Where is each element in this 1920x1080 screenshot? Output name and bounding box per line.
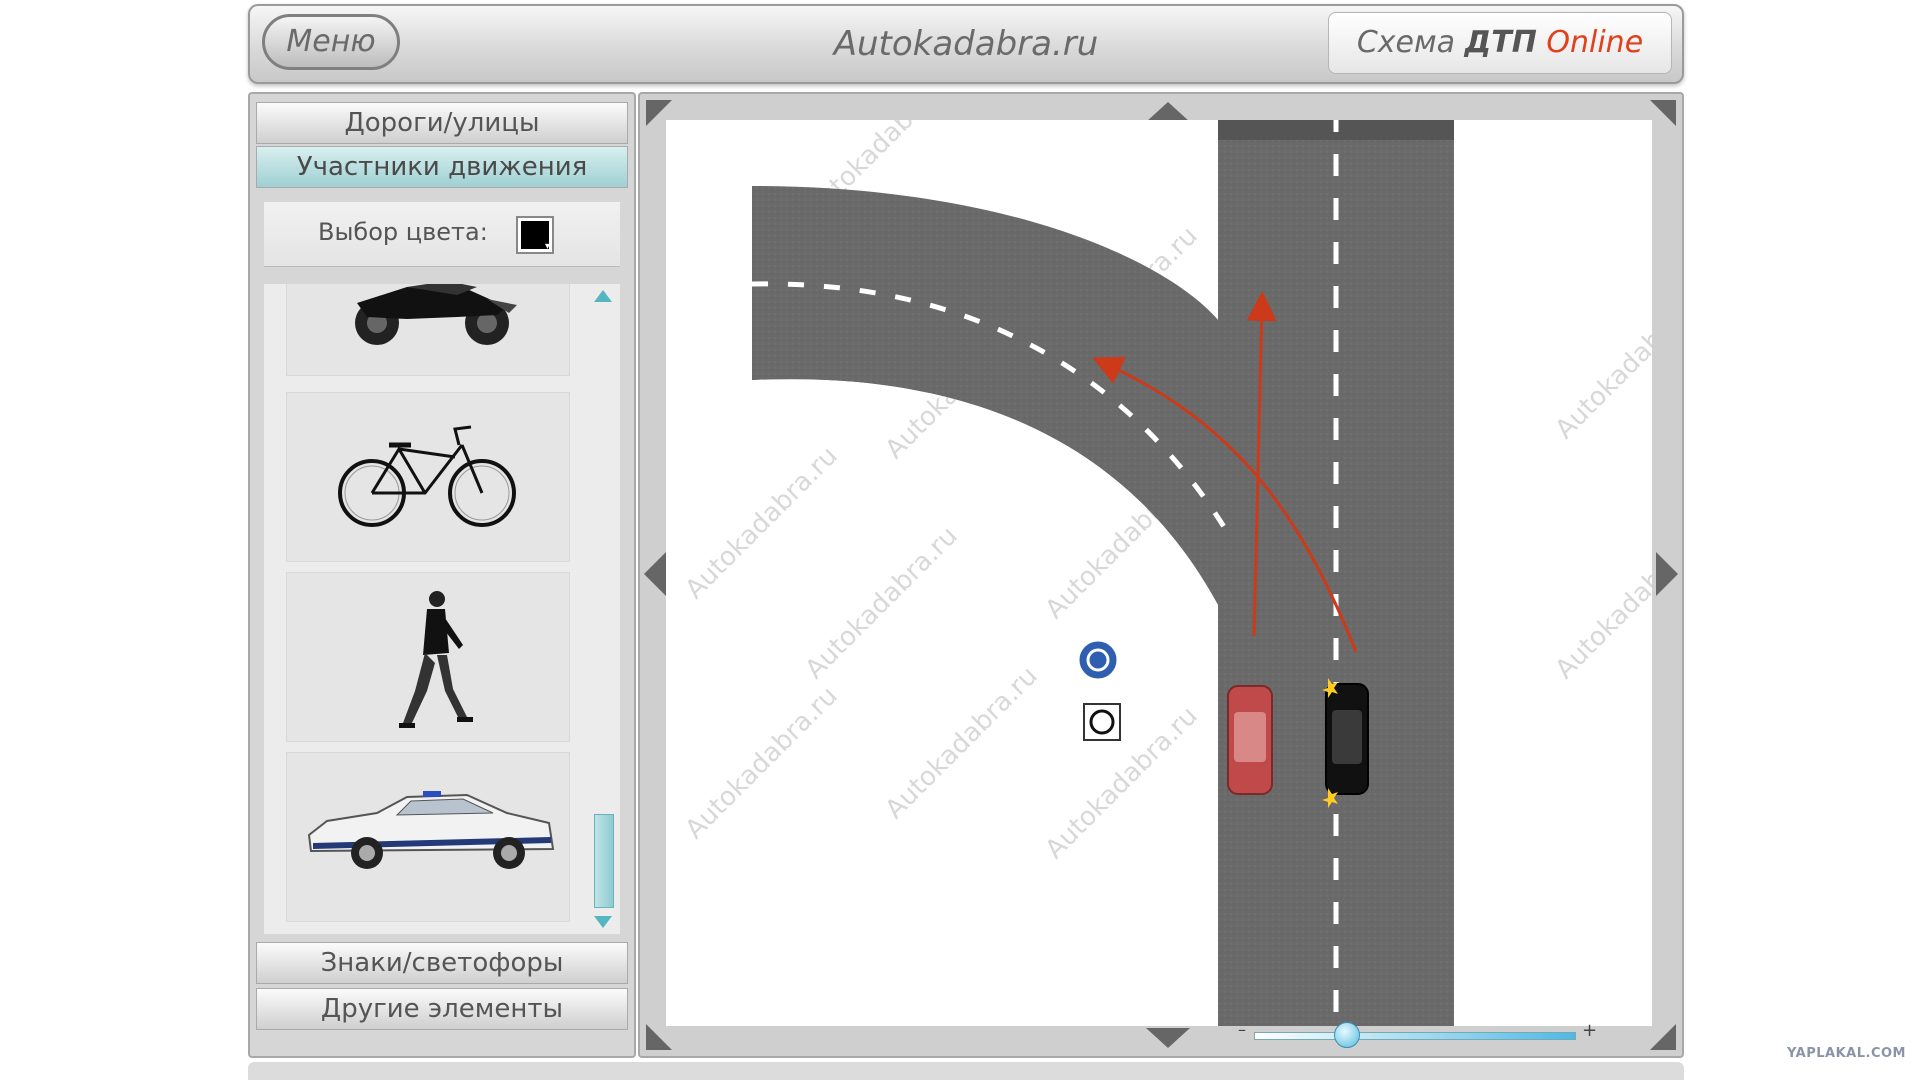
palette-item-motorcycle[interactable]	[286, 284, 570, 376]
scheme-canvas[interactable]: Autokadabra.ru Autokadabra.ru Autokadabr…	[666, 120, 1652, 1026]
section-roads[interactable]: Дороги/улицы	[256, 102, 628, 144]
police-car-icon	[307, 791, 555, 869]
participants-list	[264, 284, 620, 934]
svg-text:Autokadabra.ru: Autokadabra.ru	[1040, 701, 1204, 865]
zoom-thumb[interactable]	[1334, 1022, 1360, 1048]
zoom-track[interactable]	[1254, 1032, 1576, 1040]
section-signs[interactable]: Знаки/светофоры	[256, 942, 628, 984]
color-swatch[interactable]: ▾	[516, 216, 554, 254]
zoom-minus[interactable]: –	[1238, 1020, 1246, 1039]
pan-up-icon[interactable]	[1146, 102, 1190, 122]
brand-box: Схема ДТП Online	[1328, 12, 1672, 74]
roundabout-sign-icon[interactable]	[1076, 638, 1120, 682]
brand-online: Online	[1536, 25, 1644, 60]
bottom-bar	[248, 1062, 1684, 1080]
section-other[interactable]: Другие элементы	[256, 988, 628, 1030]
pan-down-icon[interactable]	[1146, 1028, 1190, 1048]
pan-bottom-left-icon[interactable]	[646, 1024, 672, 1050]
pan-bottom-right-icon[interactable]	[1650, 1024, 1676, 1050]
tools-panel: Дороги/улицы Участники движения Выбор цв…	[248, 92, 636, 1058]
svg-text:Autokadabra.ru: Autokadabra.ru	[800, 521, 964, 685]
zoom-plus[interactable]: +	[1582, 1020, 1597, 1041]
zoom-slider[interactable]: – +	[1238, 1020, 1604, 1048]
dropdown-arrow-icon: ▾	[544, 241, 550, 252]
palette-item-pedestrian[interactable]	[286, 572, 570, 742]
scrollbar-thumb[interactable]	[594, 814, 614, 908]
palette-item-bicycle[interactable]	[286, 392, 570, 562]
palette-item-police-car[interactable]	[286, 752, 570, 922]
corner-watermark: YAPLAKAL.COM	[1787, 1046, 1906, 1061]
svg-text:Autokadabra.ru: Autokadabra.ru	[1550, 281, 1652, 445]
section-participants[interactable]: Участники движения	[256, 146, 628, 188]
motorcycle-icon	[355, 284, 517, 345]
scheme-canvas-frame: Autokadabra.ru Autokadabra.ru Autokadabr…	[638, 92, 1684, 1058]
pedestrian-icon	[399, 591, 473, 728]
scroll-down-arrow-icon[interactable]	[594, 916, 612, 928]
red-car[interactable]	[1227, 685, 1273, 795]
bicycle-icon	[338, 425, 516, 527]
svg-text:Autokadabra.ru: Autokadabra.ru	[680, 441, 844, 605]
scroll-up-arrow-icon[interactable]	[594, 290, 612, 302]
black-car[interactable]	[1322, 678, 1369, 808]
target-marker-icon[interactable]	[1083, 703, 1121, 741]
brand-bold: ДТП	[1464, 25, 1537, 60]
pan-left-icon[interactable]	[644, 552, 666, 596]
pan-top-right-icon[interactable]	[1650, 100, 1676, 126]
svg-text:Autokadabra.ru: Autokadabra.ru	[1550, 521, 1652, 685]
top-bar: Меню Autokadabra.ru Схема ДТП Online	[248, 4, 1684, 84]
color-label: Выбор цвета:	[318, 218, 488, 246]
road-scheme: Autokadabra.ru Autokadabra.ru Autokadabr…	[680, 120, 1652, 1026]
color-picker-row: Выбор цвета: ▾	[264, 202, 620, 267]
pan-right-icon[interactable]	[1656, 552, 1678, 596]
svg-text:Autokadabra.ru: Autokadabra.ru	[680, 681, 844, 845]
svg-text:Autokadabra.ru: Autokadabra.ru	[880, 661, 1044, 825]
brand-prefix: Схема	[1356, 25, 1465, 60]
